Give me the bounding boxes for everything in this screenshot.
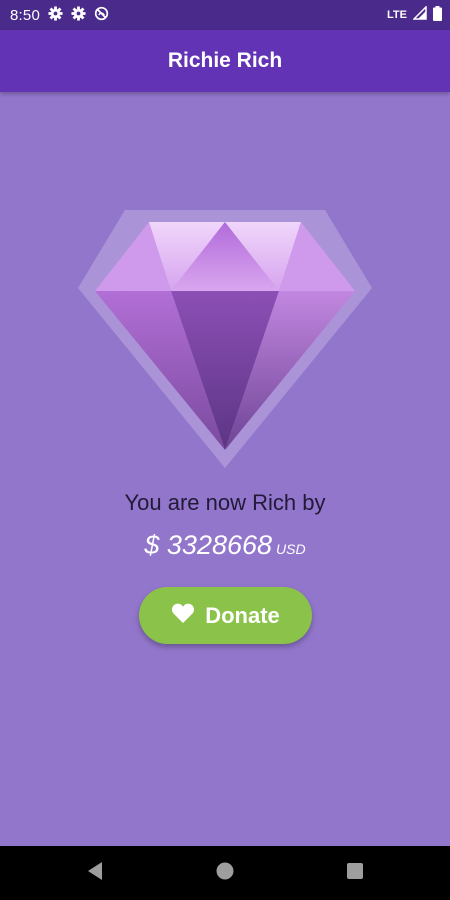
back-icon — [86, 861, 104, 886]
home-icon — [215, 861, 235, 886]
settings-gear-icon — [71, 5, 86, 25]
recents-button[interactable] — [341, 859, 369, 887]
status-left-group: 8:50 — [10, 5, 109, 25]
status-time: 8:50 — [10, 6, 40, 24]
navigation-bar — [0, 846, 450, 900]
heart-icon — [171, 602, 195, 629]
diamond-icon — [76, 208, 374, 472]
amount-value: $ 3328668 — [144, 530, 273, 560]
settings-gear-icon — [48, 5, 63, 25]
home-button[interactable] — [211, 859, 239, 887]
currency-label: USD — [276, 541, 306, 557]
recents-icon — [346, 862, 364, 885]
app-bar: Richie Rich — [0, 30, 450, 92]
status-bar: 8:50 LTE — [0, 0, 450, 30]
app-title: Richie Rich — [167, 49, 283, 72]
battery-icon — [433, 5, 442, 25]
no-signal-icon — [94, 6, 109, 25]
signal-icon — [412, 5, 427, 24]
back-button[interactable] — [81, 859, 109, 887]
rich-message: You are now Rich by — [124, 490, 326, 515]
amount-row: $ 3328668 USD — [0, 530, 450, 561]
donate-button[interactable]: Donate — [139, 587, 312, 644]
status-right-group: LTE — [387, 5, 442, 25]
donate-label: Donate — [205, 602, 280, 628]
network-type-label: LTE — [387, 9, 407, 21]
